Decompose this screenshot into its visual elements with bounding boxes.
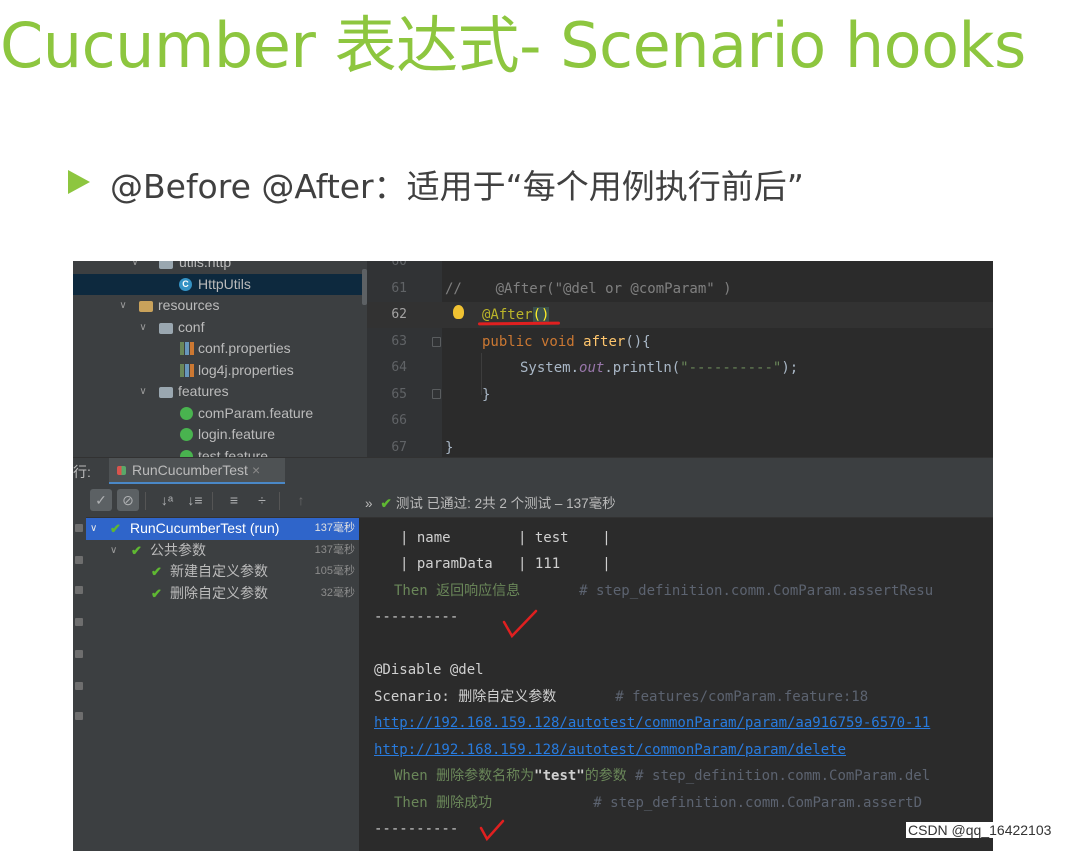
tree-item-httputils[interactable]: C HttpUtils	[73, 273, 367, 295]
chevron-down-icon[interactable]: ∨	[90, 518, 97, 540]
show-passed-icon[interactable]: ✓	[90, 489, 112, 511]
cucumber-file-icon	[180, 428, 193, 441]
run-toolwindow-header: 行: RunCucumberTest ×	[73, 457, 993, 485]
watermark: CSDN @qq_16422103	[906, 822, 1054, 838]
package-icon	[159, 261, 173, 269]
export-icon[interactable]	[75, 712, 83, 720]
test-duration: 137毫秒	[314, 543, 355, 556]
line-number: 65	[391, 387, 407, 402]
console-line: ----------	[374, 609, 459, 625]
expand-all-icon[interactable]: ≡	[223, 489, 245, 511]
properties-file-icon	[180, 363, 194, 377]
folder-icon	[159, 387, 173, 398]
console-line: When 删除参数名称为"test"的参数 # step_definition.…	[394, 768, 931, 784]
tree-item-comparam-feature[interactable]: comParam.feature	[73, 403, 367, 425]
bullet-arrow-icon	[68, 170, 90, 194]
pass-check-icon: ✔	[380, 496, 392, 511]
line-number-current: 62	[391, 307, 407, 322]
paren-highlight: ()	[532, 307, 550, 323]
chevron-down-icon[interactable]: ∨	[129, 261, 141, 274]
passed-check-icon: ✔	[151, 585, 162, 601]
test-duration: 137毫秒	[314, 522, 355, 534]
line-number: 63	[391, 334, 407, 349]
run-label: 行:	[73, 464, 91, 480]
settings-icon[interactable]	[75, 618, 83, 626]
red-check-mark	[479, 819, 505, 842]
tree-item-resources[interactable]: ∨ resources	[73, 295, 367, 317]
collapse-all-icon[interactable]: ÷	[251, 489, 273, 511]
console-line: Then 删除成功 # step_definition.comm.ComPara…	[394, 795, 923, 811]
run-config-icon	[117, 466, 126, 475]
bullet-text: @Before @After：适用于“每个用例执行前后”	[110, 167, 804, 206]
test-node-runcucumbertest[interactable]: ∨ ✔ RunCucumberTest (run) 137毫秒	[86, 518, 359, 540]
chevron-down-icon[interactable]: ∨	[110, 540, 117, 562]
test-node-feature[interactable]: ∨ ✔ 公共参数 137毫秒	[86, 540, 359, 562]
close-icon[interactable]: ×	[252, 462, 260, 478]
run-side-toolbar	[73, 484, 86, 851]
lightbulb-icon[interactable]	[453, 305, 464, 319]
fold-icon[interactable]	[432, 337, 441, 347]
tree-item-utils-http[interactable]: ∨ utils.http	[73, 261, 367, 274]
test-runner-toolbar: ✓ ⊘ ↓ᵃ ↓≡ ≡ ÷ ↑ » ✔ 测试 已通过: 2共 2 个测试 – 137…	[86, 484, 993, 518]
cucumber-file-icon	[180, 449, 193, 457]
console-link[interactable]: http://192.168.159.128/autotest/commonPa…	[374, 737, 846, 763]
sort-alphabetically-icon[interactable]: ↓ᵃ	[156, 489, 178, 511]
debug-icon[interactable]	[75, 556, 83, 564]
java-class-icon: C	[179, 277, 192, 291]
code-line-63: public void after(){	[482, 334, 651, 350]
more-icon[interactable]: »	[365, 496, 373, 511]
slide-title: Cucumber 表达式- Scenario hooks	[0, 9, 1026, 82]
console-link[interactable]: http://192.168.159.128/autotest/commonPa…	[374, 710, 930, 736]
test-status-message: » ✔ 测试 已通过: 2共 2 个测试 – 137毫秒	[365, 496, 616, 511]
tree-item-login-feature[interactable]: login.feature	[73, 424, 367, 446]
code-line-65: }	[482, 387, 491, 403]
line-number: 61	[391, 281, 407, 296]
cucumber-file-icon	[180, 406, 193, 420]
code-line-61: // @After("@del or @comParam" )	[445, 281, 732, 297]
stop-icon[interactable]	[75, 586, 83, 594]
test-duration: 105毫秒	[314, 565, 355, 577]
test-duration: 32毫秒	[320, 586, 355, 599]
console-line: Then 返回响应信息 # step_definition.comm.ComPa…	[394, 583, 934, 599]
fold-icon[interactable]	[432, 389, 441, 399]
resources-folder-icon	[139, 301, 153, 312]
tree-item-conf[interactable]: ∨ conf	[73, 317, 367, 339]
test-node-scenario[interactable]: ✔ 新建自定义参数 105毫秒	[86, 561, 359, 583]
test-results-tree: ∨ ✔ RunCucumberTest (run) 137毫秒 ∨ ✔ 公共参数…	[86, 518, 359, 851]
folder-icon	[159, 322, 173, 334]
tree-item-features[interactable]: ∨ features	[73, 381, 367, 403]
show-ignored-icon[interactable]: ⊘	[117, 489, 139, 511]
code-line-64: System.out.println("----------");	[520, 360, 799, 376]
chevron-down-icon[interactable]: ∨	[137, 381, 149, 403]
console-line: Scenario: 删除自定义参数 # features/comParam.fe…	[374, 689, 869, 705]
console-output[interactable]: | name | test | | paramData | 111 | Then…	[360, 518, 993, 851]
tree-item-conf-properties[interactable]: conf.properties	[73, 338, 367, 360]
line-number: 64	[391, 360, 407, 375]
properties-file-icon	[180, 342, 194, 355]
chevron-down-icon[interactable]: ∨	[117, 295, 129, 317]
ide-screenshot: ∨ utils.http C HttpUtils ∨ resources ∨ c…	[73, 261, 993, 851]
console-line: | paramData | 111 |	[400, 556, 611, 572]
layout-icon[interactable]	[75, 682, 83, 690]
red-check-mark	[502, 609, 538, 639]
line-number: 66	[391, 413, 407, 428]
test-node-scenario[interactable]: ✔ 删除自定义参数 32毫秒	[86, 583, 359, 605]
chevron-down-icon[interactable]: ∨	[137, 317, 149, 339]
passed-check-icon: ✔	[151, 564, 162, 579]
sort-by-duration-icon[interactable]: ↓≡	[184, 489, 206, 511]
console-line: ----------	[374, 821, 459, 837]
rerun-icon[interactable]	[75, 524, 83, 532]
annotation-after: @After	[482, 307, 533, 323]
pin-icon[interactable]	[75, 650, 83, 658]
console-line: | name | test |	[400, 530, 611, 546]
tree-item-log4j-properties[interactable]: log4j.properties	[73, 360, 367, 382]
tab-runcucumbertest[interactable]: RunCucumberTest ×	[109, 458, 285, 485]
project-tree: ∨ utils.http C HttpUtils ∨ resources ∨ c…	[73, 261, 367, 457]
line-number: 60	[391, 261, 407, 269]
previous-failed-icon[interactable]: ↑	[290, 489, 312, 511]
passed-check-icon: ✔	[110, 521, 121, 536]
passed-check-icon: ✔	[131, 542, 142, 558]
console-line: @Disable @del	[374, 662, 484, 678]
tree-item-test-feature[interactable]: test.feature	[73, 446, 367, 457]
